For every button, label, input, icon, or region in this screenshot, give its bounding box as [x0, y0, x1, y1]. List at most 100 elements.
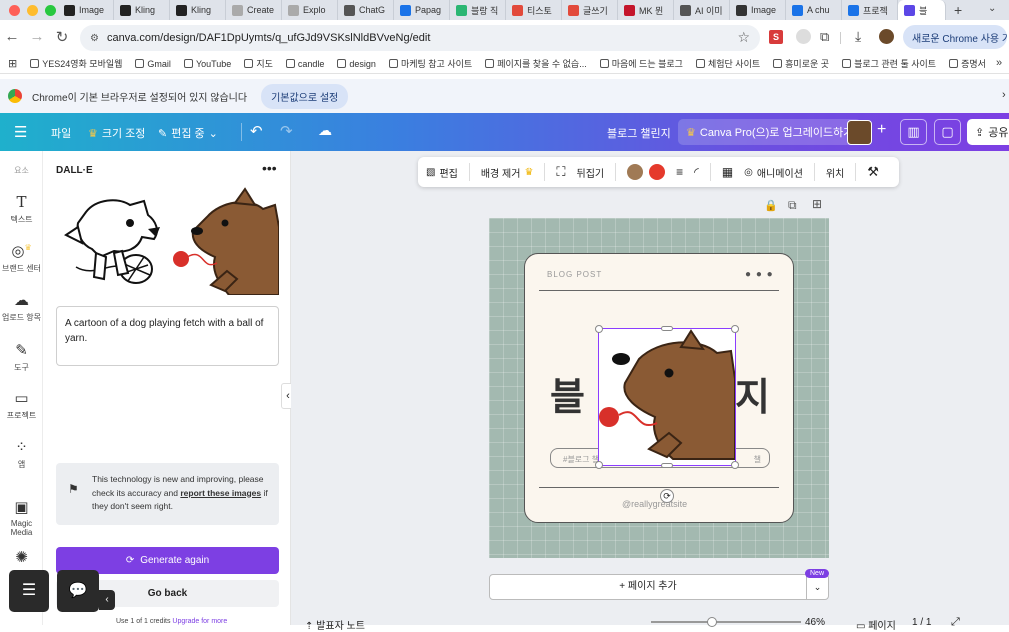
tab-list-chevron-icon[interactable]: ⌄: [988, 3, 996, 14]
add-page-chevron-icon[interactable]: ⌄: [806, 575, 828, 599]
resize-handle-bottom-left[interactable]: [595, 461, 603, 469]
rail-item-projects[interactable]: ▭ 프로젝트: [0, 389, 43, 421]
floating-menu-button[interactable]: ☰: [9, 570, 49, 612]
rail-item-apps[interactable]: ⁘ 앱: [0, 438, 43, 470]
rail-item-uploads[interactable]: ☁ 업로드 항목: [0, 291, 43, 323]
infobar-chevron-icon[interactable]: ›: [1002, 89, 1006, 101]
rail-item-text[interactable]: T 텍스트: [0, 193, 43, 225]
footer-handle[interactable]: @reallygreatsite: [622, 499, 687, 509]
upgrade-more-link[interactable]: Upgrade for more: [172, 618, 227, 625]
insights-chart-icon[interactable]: ▥: [900, 119, 927, 145]
bookmark-item[interactable]: 마케팅 참고 사이트: [388, 57, 472, 70]
more-bookmarks-icon[interactable]: »: [996, 57, 1002, 69]
bookmark-star-icon[interactable]: ☆: [737, 29, 750, 46]
browser-tab[interactable]: AI 이미: [674, 0, 730, 20]
corner-rounding-button[interactable]: ◜: [694, 165, 699, 179]
zoom-slider[interactable]: [651, 617, 801, 627]
document-title[interactable]: 블로그 챌린지: [607, 125, 671, 141]
file-menu[interactable]: 파일: [51, 125, 71, 141]
browser-tab[interactable]: Papag: [394, 0, 450, 20]
resize-handle-top-left[interactable]: [595, 325, 603, 333]
minimize-window-button[interactable]: [27, 4, 38, 16]
prompt-textarea[interactable]: A cartoon of a dog playing fetch with a …: [56, 306, 279, 366]
share-button[interactable]: ⇪ 공유: [967, 119, 1009, 145]
resize-handle-bottom[interactable]: [661, 463, 673, 468]
browser-tab[interactable]: MK 뮌: [618, 0, 674, 20]
rail-item-openai[interactable]: ✺: [0, 548, 43, 569]
browser-tab[interactable]: 글쓰기: [562, 0, 618, 20]
resize-button[interactable]: ♛ 크기 조정: [88, 125, 145, 141]
rail-item-magic-media[interactable]: ▣ Magic Media: [0, 498, 43, 537]
editing-mode-button[interactable]: ✎ 편집 중 ⌄: [158, 125, 218, 141]
maximize-window-button[interactable]: [45, 4, 56, 16]
extension-circle-icon[interactable]: [796, 29, 811, 44]
menu-hamburger-icon[interactable]: ☰: [14, 123, 27, 141]
bookmark-item[interactable]: candle: [285, 57, 324, 70]
forward-icon[interactable]: →: [25, 28, 49, 45]
resize-handle-bottom-right[interactable]: [731, 461, 739, 469]
bookmark-item[interactable]: YES24영화 모바일웹: [30, 57, 122, 70]
bookmark-item[interactable]: 블로그 관련 툴 사이트: [842, 57, 936, 70]
rail-item-draw[interactable]: ✎ 도구: [0, 341, 43, 373]
rail-item-brand[interactable]: ◎♛ 브랜드 센터: [0, 242, 43, 274]
bookmark-item[interactable]: 체험단 사이트: [695, 57, 760, 70]
rotate-handle-icon[interactable]: ⟳: [660, 489, 674, 503]
bookmark-item[interactable]: 흥미로운 곳: [773, 57, 829, 70]
reload-icon[interactable]: ↻: [50, 28, 74, 46]
add-page-button[interactable]: + 페이지 추가: [490, 575, 806, 599]
user-avatar[interactable]: [847, 120, 872, 145]
bookmark-item[interactable]: 페이지를 찾을 수 없습...: [485, 57, 587, 70]
bookmark-item[interactable]: 지도: [244, 57, 273, 70]
generated-image-2[interactable]: [171, 187, 280, 296]
design-page[interactable]: BLOG POST ● ● ● 블 지 #블로그 챌 챌 @reallygreat…: [489, 218, 829, 558]
title-right-char[interactable]: 지: [735, 366, 770, 421]
animate-button[interactable]: ◎ 애니메이션: [744, 165, 803, 180]
more-options-icon[interactable]: •••: [262, 160, 277, 176]
color-swatch[interactable]: [627, 164, 644, 180]
resize-handle-top[interactable]: [661, 326, 673, 331]
browser-tab[interactable]: 프로젝: [842, 0, 898, 20]
chat-widget-button[interactable]: 💬: [57, 570, 99, 612]
redo-icon[interactable]: ↷: [280, 122, 293, 140]
close-window-button[interactable]: [9, 4, 20, 16]
back-icon[interactable]: ←: [0, 28, 24, 45]
bookmark-item[interactable]: Gmail: [135, 57, 171, 70]
fullscreen-icon[interactable]: ⤢: [951, 616, 960, 629]
upgrade-pro-button[interactable]: ♛ Canva Pro(으)로 업그레이드하기: [678, 119, 862, 145]
undo-icon[interactable]: ↶: [250, 122, 263, 140]
zoom-level[interactable]: 46%: [805, 617, 825, 628]
duplicate-page-icon[interactable]: ⧉: [788, 198, 797, 213]
browser-tab[interactable]: 블: [898, 0, 946, 20]
blog-post-label[interactable]: BLOG POST: [547, 270, 602, 279]
bookmark-item[interactable]: design: [337, 57, 376, 70]
browser-tab[interactable]: 블랑 직: [450, 0, 506, 20]
site-info-icon[interactable]: ⚙: [90, 33, 99, 44]
flip-button[interactable]: 뒤집기: [577, 165, 605, 180]
bookmark-item[interactable]: YouTube: [183, 57, 231, 70]
extensions-puzzle-icon[interactable]: ⧉: [820, 29, 829, 45]
copy-style-button[interactable]: ⚒: [867, 164, 879, 180]
title-left-char[interactable]: 블: [550, 366, 585, 421]
url-text[interactable]: canva.com/design/DAF1DpUymts/q_ufGJd9VSK…: [107, 32, 430, 44]
resize-handle-top-right[interactable]: [731, 325, 739, 333]
extension-s-icon[interactable]: S: [769, 30, 783, 44]
browser-tab[interactable]: Explo: [282, 0, 338, 20]
browser-tab[interactable]: Image: [58, 0, 114, 20]
browser-tab[interactable]: Kling: [114, 0, 170, 20]
report-images-link[interactable]: report these images: [180, 488, 261, 498]
zoom-slider-thumb[interactable]: [707, 617, 717, 627]
edit-image-button[interactable]: ▧ 편집: [426, 165, 458, 180]
browser-tab[interactable]: Create: [226, 0, 282, 20]
set-default-button[interactable]: 기본값으로 설정: [261, 83, 349, 109]
generated-image-1[interactable]: [56, 187, 164, 295]
transparency-button[interactable]: ▦: [722, 165, 733, 179]
cloud-saved-icon[interactable]: ☁: [318, 122, 332, 139]
rail-item-elements[interactable]: 요소: [0, 165, 43, 176]
position-button[interactable]: 위치: [826, 165, 844, 180]
lock-icon[interactable]: 🔒: [764, 199, 778, 212]
browser-tab[interactable]: ChatG: [338, 0, 394, 20]
browser-tab[interactable]: Image: [730, 0, 786, 20]
apps-grid-icon[interactable]: ⊞: [8, 57, 17, 70]
remove-background-button[interactable]: 배경 제거 ♛: [481, 165, 534, 180]
add-page-icon[interactable]: ⊞: [812, 197, 822, 211]
